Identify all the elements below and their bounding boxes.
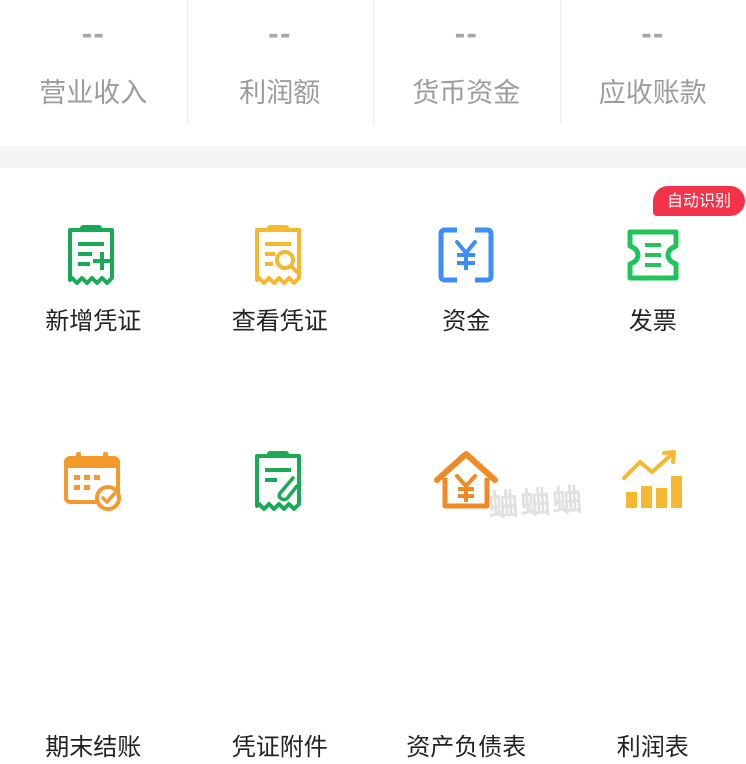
- fund-icon: [433, 222, 499, 288]
- profit-chart-icon: [620, 448, 686, 514]
- view-voucher-icon: [247, 222, 313, 288]
- grid-item-profit-statement[interactable]: 利润表: [560, 378, 746, 588]
- stat-profit-label: 利润额: [187, 76, 374, 112]
- grid-item-view-voucher[interactable]: 查看凭证: [187, 168, 374, 378]
- grid-item-label: 资金: [373, 304, 560, 338]
- voucher-attachment-icon: [247, 448, 313, 514]
- stat-cash-value: --: [373, 22, 560, 48]
- watermark: 蛐蛐蛐: [487, 475, 586, 526]
- add-voucher-icon: [60, 222, 126, 288]
- stat-cash-label: 货币资金: [373, 76, 560, 112]
- grid-item-voucher-attachment[interactable]: 凭证附件: [187, 378, 374, 588]
- calendar-close-icon: [60, 448, 126, 514]
- grid-item-period-close[interactable]: 期末结账: [0, 378, 187, 588]
- function-grid: 新增凭证 查看凭证 资金 发票: [0, 168, 746, 588]
- grid-item-label: 期末结账: [0, 730, 187, 764]
- stat-receivables[interactable]: -- 应收账款: [560, 0, 746, 146]
- stat-cash[interactable]: -- 货币资金: [373, 0, 560, 146]
- stat-receivables-value: --: [560, 22, 746, 48]
- auto-recognize-badge: 自动识别: [653, 186, 745, 216]
- stat-revenue-value: --: [0, 22, 187, 48]
- grid-item-label: 查看凭证: [187, 304, 374, 338]
- stat-receivables-label: 应收账款: [560, 76, 746, 112]
- grid-item-label: 凭证附件: [187, 730, 374, 764]
- stat-revenue[interactable]: -- 营业收入: [0, 0, 187, 146]
- stats-bar: -- 营业收入 -- 利润额 -- 货币资金 -- 应收账款: [0, 0, 746, 146]
- section-divider: [0, 146, 746, 168]
- stat-profit[interactable]: -- 利润额: [187, 0, 374, 146]
- invoice-icon: [620, 222, 686, 288]
- grid-item-label: 发票: [560, 304, 746, 338]
- grid-item-fund[interactable]: 资金: [373, 168, 560, 378]
- stat-revenue-label: 营业收入: [0, 76, 187, 112]
- grid-item-label: 利润表: [560, 730, 746, 764]
- stat-profit-value: --: [187, 22, 374, 48]
- grid-item-label: 资产负债表: [373, 730, 560, 764]
- grid-item-add-voucher[interactable]: 新增凭证: [0, 168, 187, 378]
- grid-item-label: 新增凭证: [0, 304, 187, 338]
